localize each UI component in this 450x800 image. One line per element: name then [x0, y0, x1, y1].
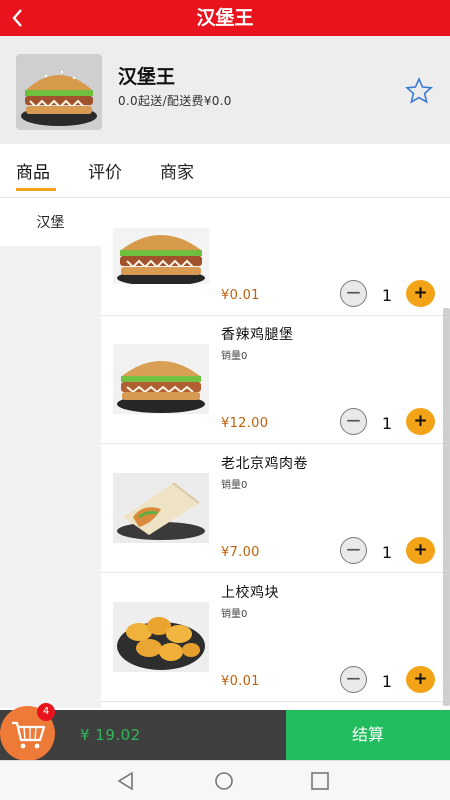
- quantity-value: 1: [381, 414, 393, 433]
- increase-quantity-button[interactable]: +: [406, 408, 435, 435]
- product-sales: 销量0: [221, 609, 248, 620]
- product-image: [113, 473, 209, 543]
- product-sales: 销量0: [221, 480, 248, 491]
- cart-bar: ¥ 19.02 结算: [0, 710, 450, 760]
- product-list[interactable]: 汉堡 ¥0.01 − 1 +: [101, 198, 450, 708]
- tab-bar: 商品 评价 商家: [0, 144, 450, 198]
- nav-back-button[interactable]: [114, 770, 138, 792]
- sidebar-item-burger[interactable]: 汉堡: [0, 198, 101, 246]
- increase-quantity-button[interactable]: +: [406, 666, 435, 693]
- product-name: 香辣鸡腿堡: [221, 327, 294, 343]
- store-info: 汉堡王 0.0起送/配送费¥0.0: [0, 36, 450, 144]
- checkout-button[interactable]: 结算: [286, 710, 450, 760]
- increase-quantity-button[interactable]: +: [406, 537, 435, 564]
- increase-quantity-button[interactable]: +: [406, 280, 435, 307]
- list-scrollbar[interactable]: [443, 308, 450, 706]
- top-bar: 汉堡王: [0, 0, 450, 36]
- product-image: [113, 602, 209, 672]
- list-item: 上校鸡块 销量0 ¥0.01 − 1 +: [101, 574, 450, 702]
- decrease-quantity-button[interactable]: −: [340, 666, 367, 693]
- page-title: 汉堡王: [196, 7, 254, 29]
- cart-count-badge: 4: [37, 703, 55, 721]
- nav-recents-button[interactable]: [308, 770, 332, 792]
- decrease-quantity-button[interactable]: −: [340, 280, 367, 307]
- quantity-value: 1: [381, 672, 393, 691]
- product-name: 上校鸡块: [221, 585, 279, 601]
- home-circle-icon: [215, 772, 233, 790]
- star-outline-icon: [405, 77, 433, 104]
- decrease-quantity-button[interactable]: −: [340, 408, 367, 435]
- store-name: 汉堡王: [118, 66, 176, 88]
- tab-goods[interactable]: 商品: [16, 158, 50, 183]
- product-image: [113, 228, 209, 284]
- nav-home-button[interactable]: [212, 770, 236, 792]
- product-price: ¥0.01: [221, 674, 260, 689]
- product-price: ¥12.00: [221, 416, 269, 431]
- store-delivery-info: 0.0起送/配送费¥0.0: [118, 94, 232, 108]
- product-price: ¥0.01: [221, 288, 260, 303]
- list-item: ¥0.01 − 1 +: [101, 198, 450, 316]
- list-item: 老北京鸡肉卷 销量0 ¥7.00 − 1 +: [101, 445, 450, 573]
- recents-square-icon: [311, 772, 329, 790]
- tab-reviews[interactable]: 评价: [88, 158, 122, 183]
- back-triangle-icon: [117, 771, 133, 791]
- cart-total: ¥ 19.02: [80, 726, 141, 744]
- product-image: [113, 344, 209, 414]
- tab-merchant[interactable]: 商家: [160, 158, 194, 183]
- decrease-quantity-button[interactable]: −: [340, 537, 367, 564]
- system-nav-bar: [0, 760, 450, 800]
- product-name: 老北京鸡肉卷: [221, 456, 308, 472]
- store-logo: [16, 54, 102, 130]
- favorite-button[interactable]: [404, 76, 434, 106]
- quantity-value: 1: [381, 543, 393, 562]
- product-price: ¥7.00: [221, 545, 260, 560]
- active-tab-indicator: [16, 188, 56, 191]
- product-sales: 销量0: [221, 351, 248, 362]
- category-sidebar: 汉堡: [0, 198, 101, 708]
- quantity-value: 1: [381, 286, 393, 305]
- list-item: 香辣鸡腿堡 销量0 ¥12.00 − 1 +: [101, 316, 450, 444]
